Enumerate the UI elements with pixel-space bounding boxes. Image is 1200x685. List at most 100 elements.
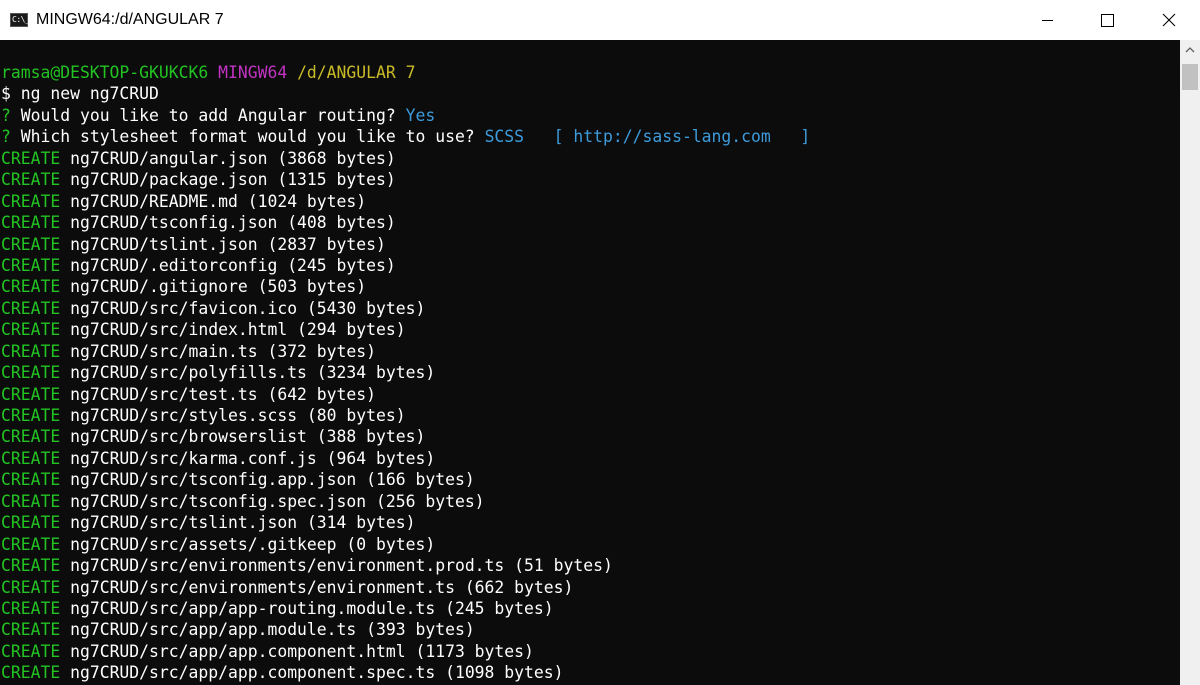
question-answer: Yes [405,105,436,125]
console-app-icon-label: C:\_ [12,15,30,24]
create-line: CREATE ng7CRUD/.editorconfig (245 bytes) [1,255,810,276]
question-line: ? Which stylesheet format would you like… [1,126,810,147]
terminal-lines: ramsa@DESKTOP-GKUKCK6 MINGW64 /d/ANGULAR… [1,62,810,684]
created-file-entry: ng7CRUD/src/karma.conf.js (964 bytes) [70,448,436,468]
minimize-button[interactable] [1024,0,1070,40]
question-line: ? Would you like to add Angular routing?… [1,105,810,126]
created-file-entry: ng7CRUD/src/app/app.component.spec.ts (1… [70,663,564,683]
create-label: CREATE [1,191,61,211]
maximize-icon [1101,14,1114,27]
create-line: CREATE ng7CRUD/package.json (1315 bytes) [1,169,810,190]
created-file-entry: ng7CRUD/.gitignore (503 bytes) [70,277,367,297]
title-bar[interactable]: C:\_ MINGW64:/d/ANGULAR 7 [0,0,1200,40]
created-file-entry: ng7CRUD/src/environments/environment.pro… [70,556,613,576]
create-label: CREATE [1,427,61,447]
console-app-icon[interactable]: C:\_ [10,13,30,27]
question-mark: ? [1,127,11,147]
create-line: CREATE ng7CRUD/README.md (1024 bytes) [1,191,810,212]
create-label: CREATE [1,620,61,640]
command-text: ng new ng7CRUD [20,84,159,104]
create-line: CREATE ng7CRUD/src/app/app-routing.modul… [1,598,810,619]
vertical-scrollbar[interactable] [1180,40,1200,685]
created-file-entry: ng7CRUD/src/tsconfig.app.json (166 bytes… [70,470,475,490]
created-file-entry: ng7CRUD/src/browserslist (388 bytes) [70,427,426,447]
prompt-shell: MINGW64 [218,63,288,82]
create-label: CREATE [1,298,61,318]
create-line: CREATE ng7CRUD/src/favicon.ico (5430 byt… [1,298,810,319]
create-line: CREATE ng7CRUD/src/test.ts (642 bytes) [1,384,810,405]
created-file-entry: ng7CRUD/src/assets/.gitkeep (0 bytes) [70,534,436,554]
create-label: CREATE [1,384,61,404]
prompt-symbol: $ [1,84,11,104]
create-label: CREATE [1,448,61,468]
question-extra: [ http://sass-lang.com ] [533,127,811,147]
prompt-path: /d/ANGULAR 7 [297,63,416,82]
create-label: CREATE [1,470,61,490]
terminal-window: C:\_ MINGW64:/d/ANGULAR 7 ramsa@DESKTOP-… [0,0,1200,685]
created-file-entry: ng7CRUD/src/favicon.ico (5430 bytes) [70,298,426,318]
create-line: CREATE ng7CRUD/src/environments/environm… [1,577,810,598]
prompt-line: ramsa@DESKTOP-GKUKCK6 MINGW64 /d/ANGULAR… [1,62,810,83]
created-file-entry: ng7CRUD/tslint.json (2837 bytes) [70,234,386,254]
create-label: CREATE [1,513,61,533]
created-file-entry: ng7CRUD/angular.json (3868 bytes) [70,148,396,168]
create-line: CREATE ng7CRUD/src/index.html (294 bytes… [1,319,810,340]
create-line: CREATE ng7CRUD/tslint.json (2837 bytes) [1,234,810,255]
created-file-entry: ng7CRUD/src/tslint.json (314 bytes) [70,513,416,533]
create-label: CREATE [1,406,61,425]
create-label: CREATE [1,170,61,190]
create-label: CREATE [1,213,61,233]
created-file-entry: ng7CRUD/src/app/app.module.ts (393 bytes… [70,620,475,640]
create-line: CREATE ng7CRUD/.gitignore (503 bytes) [1,276,810,297]
create-line: CREATE ng7CRUD/tsconfig.json (408 bytes) [1,212,810,233]
create-label: CREATE [1,577,61,597]
create-line: CREATE ng7CRUD/src/app/app.component.htm… [1,641,810,662]
create-line: CREATE ng7CRUD/angular.json (3868 bytes) [1,148,810,169]
created-file-entry: ng7CRUD/src/app/app.component.html (1173… [70,641,534,661]
create-label: CREATE [1,598,61,618]
create-label: CREATE [1,277,61,297]
created-file-entry: ng7CRUD/src/environments/environment.ts … [70,577,574,597]
maximize-button[interactable] [1084,0,1130,40]
create-label: CREATE [1,234,61,254]
chevron-up-icon [1185,47,1195,53]
terminal-output[interactable]: ramsa@DESKTOP-GKUKCK6 MINGW64 /d/ANGULAR… [0,40,1180,685]
create-label: CREATE [1,641,61,661]
create-label: CREATE [1,663,61,683]
prompt-user-host: ramsa@DESKTOP-GKUKCK6 [1,63,209,82]
created-file-entry: ng7CRUD/src/main.ts (372 bytes) [70,341,377,361]
close-button[interactable] [1146,0,1192,40]
command-line: $ ng new ng7CRUD [1,83,810,104]
create-label: CREATE [1,363,61,383]
create-line: CREATE ng7CRUD/src/tsconfig.app.json (16… [1,469,810,490]
create-label: CREATE [1,491,61,511]
window-title: MINGW64:/d/ANGULAR 7 [36,11,224,28]
create-line: CREATE ng7CRUD/src/environments/environm… [1,555,810,576]
scroll-up-button[interactable] [1180,40,1200,60]
create-line: CREATE ng7CRUD/src/tsconfig.spec.json (2… [1,491,810,512]
created-file-entry: ng7CRUD/src/polyfills.ts (3234 bytes) [70,363,436,383]
create-line: CREATE ng7CRUD/src/assets/.gitkeep (0 by… [1,534,810,555]
create-line: CREATE ng7CRUD/src/main.ts (372 bytes) [1,341,810,362]
create-label: CREATE [1,320,61,340]
scroll-thumb[interactable] [1182,64,1198,90]
created-file-entry: ng7CRUD/src/styles.scss (80 bytes) [70,406,406,425]
question-text: Which stylesheet format would you like t… [20,127,475,147]
created-file-entry: ng7CRUD/tsconfig.json (408 bytes) [70,213,396,233]
created-file-entry: ng7CRUD/package.json (1315 bytes) [70,170,396,190]
question-text: Would you like to add Angular routing? [20,105,396,125]
created-file-entry: ng7CRUD/src/tsconfig.spec.json (256 byte… [70,491,485,511]
create-label: CREATE [1,255,61,275]
create-line: CREATE ng7CRUD/src/styles.scss (80 bytes… [1,405,810,426]
create-label: CREATE [1,556,61,576]
create-label: CREATE [1,148,61,168]
question-mark: ? [1,105,11,125]
created-file-entry: ng7CRUD/src/index.html (294 bytes) [70,320,406,340]
created-file-entry: ng7CRUD/README.md (1024 bytes) [70,191,367,211]
created-file-entry: ng7CRUD/.editorconfig (245 bytes) [70,255,396,275]
minimize-icon [1042,20,1053,21]
create-line: CREATE ng7CRUD/src/app/app.component.spe… [1,662,810,683]
create-label: CREATE [1,341,61,361]
close-icon [1162,13,1176,27]
create-line: CREATE ng7CRUD/src/tslint.json (314 byte… [1,512,810,533]
